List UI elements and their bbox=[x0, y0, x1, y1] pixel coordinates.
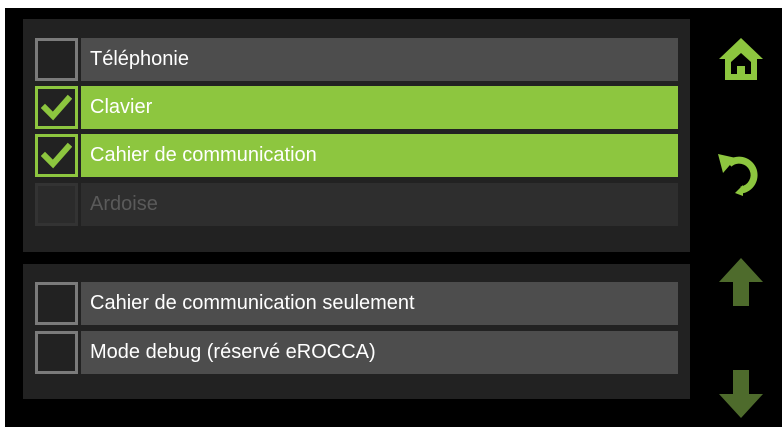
options-panel: Cahier de communication seulement Mode d… bbox=[23, 264, 690, 399]
home-button[interactable] bbox=[715, 32, 767, 84]
checkbox-cahier-seulement[interactable] bbox=[35, 282, 78, 325]
option-label[interactable]: Cahier de communication bbox=[81, 134, 678, 177]
checkbox-clavier[interactable] bbox=[35, 86, 78, 129]
checkbox-ardoise bbox=[35, 183, 78, 226]
checkbox-telephonie[interactable] bbox=[35, 38, 78, 81]
arrow-up-icon bbox=[719, 258, 763, 306]
scroll-up-button[interactable] bbox=[715, 256, 767, 308]
checkbox-mode-debug[interactable] bbox=[35, 331, 78, 374]
scroll-down-button[interactable] bbox=[715, 368, 767, 420]
option-label[interactable]: Téléphonie bbox=[81, 38, 678, 81]
home-icon bbox=[719, 38, 763, 80]
option-row-cahier[interactable]: Cahier de communication bbox=[35, 134, 678, 177]
option-row-clavier[interactable]: Clavier bbox=[35, 86, 678, 129]
option-row-ardoise: Ardoise bbox=[35, 183, 678, 226]
checkmark-icon bbox=[41, 94, 72, 121]
option-label[interactable]: Mode debug (réservé eROCCA) bbox=[81, 331, 678, 374]
option-label: Ardoise bbox=[81, 183, 678, 226]
arrow-down-icon bbox=[719, 370, 763, 418]
option-label[interactable]: Cahier de communication seulement bbox=[81, 282, 678, 325]
settings-screen: Téléphonie Clavier Cahier de communicati… bbox=[5, 8, 782, 427]
back-button[interactable] bbox=[715, 146, 767, 198]
option-label[interactable]: Clavier bbox=[81, 86, 678, 129]
option-row-telephonie[interactable]: Téléphonie bbox=[35, 38, 678, 81]
checkmark-icon bbox=[41, 142, 72, 169]
applications-panel: Téléphonie Clavier Cahier de communicati… bbox=[23, 19, 690, 252]
option-row-cahier-seulement[interactable]: Cahier de communication seulement bbox=[35, 282, 678, 325]
undo-icon bbox=[718, 154, 758, 196]
checkbox-cahier[interactable] bbox=[35, 134, 78, 177]
option-row-mode-debug[interactable]: Mode debug (réservé eROCCA) bbox=[35, 331, 678, 374]
